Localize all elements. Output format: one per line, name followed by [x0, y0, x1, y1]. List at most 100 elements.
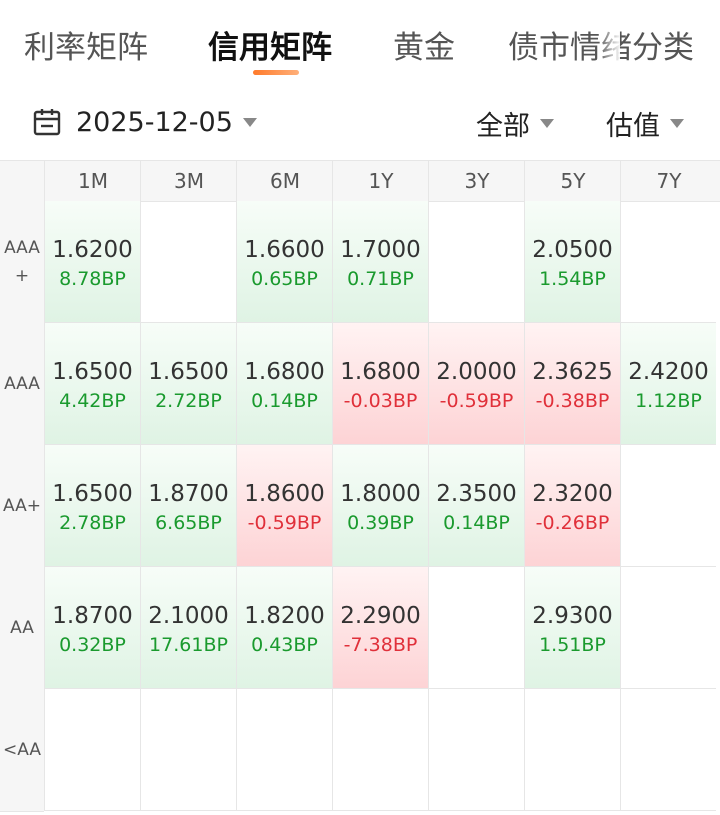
bp-change: 1.51BP — [539, 634, 606, 656]
yield-value: 1.8700 — [148, 481, 229, 507]
yield-value: 2.3500 — [436, 481, 517, 507]
yield-value: 1.6500 — [148, 359, 229, 385]
matrix-cell — [428, 567, 524, 689]
yield-value: 1.6800 — [340, 359, 421, 385]
row-header: AAA — [0, 323, 44, 446]
matrix-cell[interactable]: 1.6800 -0.03BP — [332, 323, 428, 445]
yield-value: 1.8700 — [52, 603, 133, 629]
matrix-cell — [140, 689, 236, 811]
yield-value: 1.6500 — [52, 481, 133, 507]
matrix-cell[interactable]: 1.8000 0.39BP — [332, 445, 428, 567]
matrix-cell — [620, 445, 716, 567]
bp-change: 0.71BP — [347, 268, 414, 290]
scope-value: 全部 — [476, 111, 530, 142]
date-value: 2025-12-05 — [76, 106, 233, 138]
matrix-cell — [428, 689, 524, 811]
matrix-cell[interactable]: 2.3625 -0.38BP — [524, 323, 620, 445]
matrix-cell[interactable]: 1.6200 8.78BP — [44, 201, 140, 323]
matrix-cell — [332, 689, 428, 811]
bp-change: 1.12BP — [635, 390, 702, 412]
matrix-cell — [44, 689, 140, 811]
matrix-cell[interactable]: 1.6500 2.78BP — [44, 445, 140, 567]
active-tab-indicator — [253, 70, 299, 75]
bp-change: -0.26BP — [535, 512, 610, 534]
bp-change: 0.14BP — [251, 390, 318, 412]
yield-value: 1.8000 — [340, 481, 421, 507]
chevron-down-icon — [242, 117, 257, 127]
bp-change: 0.32BP — [59, 634, 126, 656]
row-header: AA — [0, 567, 44, 690]
bp-change: -7.38BP — [343, 634, 418, 656]
bp-change: 2.72BP — [155, 390, 222, 412]
tab-fade-overlay — [598, 20, 620, 68]
yield-value: 2.3200 — [532, 481, 613, 507]
bp-change: 2.78BP — [59, 512, 126, 534]
bp-change: 6.65BP — [155, 512, 222, 534]
matrix-cell — [236, 689, 332, 811]
filter-bar: 2025-12-05 全部 估值 — [0, 90, 720, 160]
matrix-cell[interactable]: 2.3200 -0.26BP — [524, 445, 620, 567]
yield-value: 2.9300 — [532, 603, 613, 629]
row-header: AAA + — [0, 201, 44, 324]
matrix-cell[interactable]: 2.0500 1.54BP — [524, 201, 620, 323]
matrix-cell — [140, 201, 236, 323]
matrix-cell[interactable]: 2.9300 1.51BP — [524, 567, 620, 689]
bp-change: 0.65BP — [251, 268, 318, 290]
tab-credit-matrix[interactable]: 信用矩阵 — [208, 22, 332, 67]
matrix-cell[interactable]: 2.2900 -7.38BP — [332, 567, 428, 689]
matrix-cell[interactable]: 2.1000 17.61BP — [140, 567, 236, 689]
yield-value: 1.6800 — [244, 359, 325, 385]
matrix-cell[interactable]: 1.6500 4.42BP — [44, 323, 140, 445]
yield-value: 1.8200 — [244, 603, 325, 629]
bp-change: 17.61BP — [149, 634, 228, 656]
yield-value: 2.1000 — [148, 603, 229, 629]
column-header: 1M — [44, 161, 141, 201]
row-header: <AA — [0, 689, 44, 812]
matrix-cell[interactable]: 1.7000 0.71BP — [332, 201, 428, 323]
date-picker[interactable]: 2025-12-05 — [32, 102, 257, 142]
chevron-down-icon — [540, 119, 554, 128]
yield-value: 1.6600 — [244, 237, 325, 263]
yield-value: 1.8600 — [244, 481, 325, 507]
column-header: 7Y — [620, 161, 717, 201]
scope-dropdown[interactable]: 全部 — [476, 104, 554, 143]
matrix-cell[interactable]: 2.0000 -0.59BP — [428, 323, 524, 445]
yield-value: 2.4200 — [628, 359, 709, 385]
bp-change: 8.78BP — [59, 268, 126, 290]
matrix-cell[interactable]: 1.8600 -0.59BP — [236, 445, 332, 567]
column-header: 3Y — [428, 161, 525, 201]
chevron-down-icon — [670, 119, 684, 128]
yield-value: 2.0500 — [532, 237, 613, 263]
matrix-cell[interactable]: 2.4200 1.12BP — [620, 323, 716, 445]
matrix-cell — [620, 567, 716, 689]
tab-category[interactable]: 分类 — [632, 22, 694, 67]
bp-change: -0.59BP — [247, 512, 322, 534]
column-header: 6M — [236, 161, 333, 201]
tab-bar: 利率矩阵 信用矩阵 黄金 债市情绪 分类 — [0, 0, 720, 90]
grid-corner — [0, 161, 44, 202]
yield-value: 2.3625 — [532, 359, 613, 385]
matrix-cell[interactable]: 1.8700 0.32BP — [44, 567, 140, 689]
mode-dropdown[interactable]: 估值 — [606, 104, 684, 143]
bp-change: -0.03BP — [343, 390, 418, 412]
tab-rate-matrix[interactable]: 利率矩阵 — [24, 22, 148, 67]
matrix-cell — [620, 689, 716, 811]
calendar-icon — [33, 109, 61, 136]
matrix-cell[interactable]: 1.8700 6.65BP — [140, 445, 236, 567]
yield-value: 1.6500 — [52, 359, 133, 385]
bp-change: 4.42BP — [59, 390, 126, 412]
yield-value: 2.2900 — [340, 603, 421, 629]
bp-change: -0.59BP — [439, 390, 514, 412]
bp-change: 0.39BP — [347, 512, 414, 534]
bp-change: 1.54BP — [539, 268, 606, 290]
matrix-cell[interactable]: 1.6800 0.14BP — [236, 323, 332, 445]
yield-value: 2.0000 — [436, 359, 517, 385]
matrix-cell[interactable]: 1.6500 2.72BP — [140, 323, 236, 445]
matrix-cell[interactable]: 1.8200 0.43BP — [236, 567, 332, 689]
tab-gold[interactable]: 黄金 — [393, 22, 455, 67]
matrix-cell[interactable]: 2.3500 0.14BP — [428, 445, 524, 567]
matrix-cell — [428, 201, 524, 323]
matrix-cell[interactable]: 1.6600 0.65BP — [236, 201, 332, 323]
bp-change: 0.14BP — [443, 512, 510, 534]
mode-value: 估值 — [606, 111, 660, 142]
